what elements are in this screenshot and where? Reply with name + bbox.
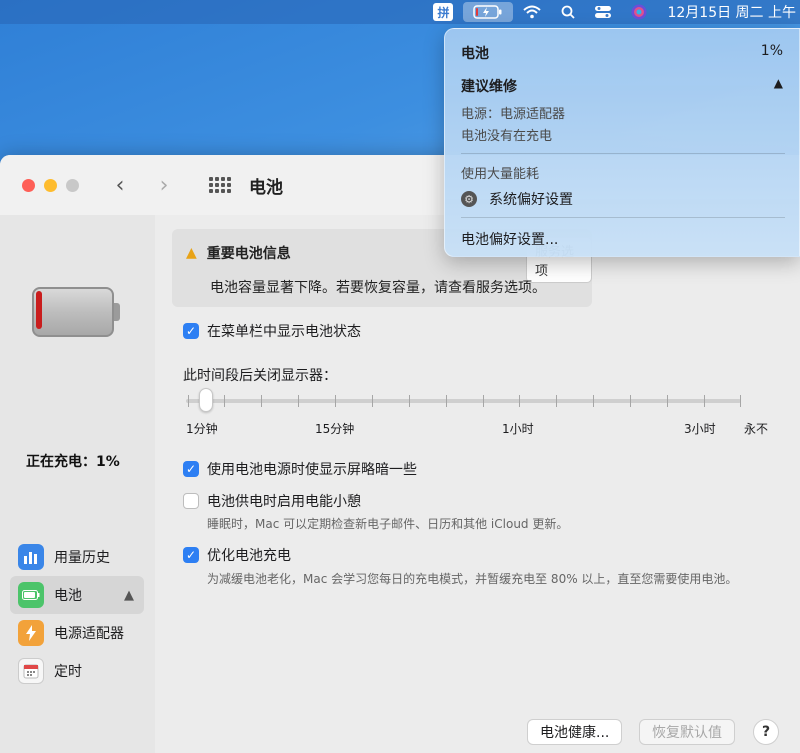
slider-tick xyxy=(704,395,705,407)
info-title: ▲ 重要电池信息 xyxy=(186,243,291,263)
slider-tick xyxy=(409,395,410,407)
slider-tick xyxy=(298,395,299,407)
sidebar-item-label: 定时 xyxy=(54,664,82,680)
minimize-button[interactable] xyxy=(44,178,57,192)
forward-button[interactable]: › xyxy=(155,173,173,198)
menubar-clock[interactable]: 12月15日 周二 上午 xyxy=(657,0,796,24)
slider-tick xyxy=(740,395,741,407)
slider-tick xyxy=(446,395,447,407)
sidebar-item-label: 用量历史 xyxy=(54,550,110,566)
slider-tick xyxy=(335,395,336,407)
tick-label: 15分钟 xyxy=(315,422,355,436)
sidebar-item-power-adapter[interactable]: 电源适配器 xyxy=(10,614,144,652)
sidebar: 正在充电：1% 用量历史 电池 ▲ 电源适配器 定时 xyxy=(0,215,155,753)
input-method-menu[interactable]: 拼 xyxy=(423,0,463,24)
option-label: 电池供电时启用电能小憩 xyxy=(207,494,361,510)
charging-status: 正在充电：1% xyxy=(26,454,120,470)
control-center-icon xyxy=(595,6,612,18)
slider-tick xyxy=(593,395,594,407)
battery-level-icon xyxy=(32,287,120,337)
sidebar-item-label: 电池 xyxy=(54,588,82,604)
siri-menu[interactable] xyxy=(621,0,657,24)
battery-menu[interactable] xyxy=(463,2,514,22)
info-title-text: 重要电池信息 xyxy=(206,246,291,262)
slider-knob[interactable] xyxy=(199,388,213,412)
help-button[interactable]: ? xyxy=(753,719,779,745)
heavy-app-label: 系统偏好设置 xyxy=(489,192,573,208)
checkbox-unchecked[interactable] xyxy=(183,493,199,509)
checkbox-checked[interactable]: ✓ xyxy=(183,547,199,563)
option-label: 使用电池电源时使显示屏略暗一些 xyxy=(207,462,417,478)
warning-icon: ▲ xyxy=(124,587,134,603)
warning-icon: ▲ xyxy=(773,76,783,90)
battery-health-button[interactable]: 电池健康... xyxy=(527,719,623,745)
window-controls xyxy=(22,178,79,192)
dim-display-option[interactable]: ✓ 使用电池电源时使显示屏略暗一些 xyxy=(183,459,417,479)
heavy-usage-header: 使用大量能耗 xyxy=(461,167,540,182)
info-text: 电池容量显著下降。若要恢复容量，请查看服务选项。 xyxy=(210,280,546,296)
close-button[interactable] xyxy=(22,178,35,192)
tick-label: 1分钟 xyxy=(186,422,218,436)
charging-state: 电池没有在充电 xyxy=(461,129,553,144)
option-label: 优化电池充电 xyxy=(207,548,291,564)
menu-bar: 拼 12月15日 周二 上午 xyxy=(0,0,800,24)
battery-preferences-link[interactable]: 电池偏好设置... xyxy=(461,229,558,249)
optimize-charging-option[interactable]: ✓ 优化电池充电 xyxy=(183,545,291,565)
tick-label: 1小时 xyxy=(502,422,534,436)
battery-status-menu: 电池 1% 建议维修 ▲ 电源：电源适配器 电池没有在充电 使用大量能耗 ⚙ 系… xyxy=(444,28,800,257)
battery-settings-pane: 服务选项 ▲ 重要电池信息 电池容量显著下降。若要恢复容量，请查看服务选项。 ✓… xyxy=(155,215,800,753)
sidebar-item-usage-history[interactable]: 用量历史 xyxy=(10,538,144,576)
slider-tick xyxy=(630,395,631,407)
siri-icon xyxy=(631,4,647,20)
sidebar-item-schedule[interactable]: 定时 xyxy=(10,652,144,690)
control-center-menu[interactable] xyxy=(585,0,621,24)
condition-label: 建议维修 xyxy=(461,79,517,95)
slider-tick xyxy=(261,395,262,407)
warning-icon: ▲ xyxy=(186,245,197,261)
search-icon xyxy=(562,5,576,19)
battery-percent: 1% xyxy=(760,43,783,59)
zoom-button[interactable] xyxy=(66,178,79,192)
bar-chart-icon xyxy=(18,544,44,570)
menu-title: 电池 xyxy=(461,46,489,62)
slider-tick xyxy=(556,395,557,407)
power-source: 电源：电源适配器 xyxy=(461,107,566,122)
wifi-icon xyxy=(523,5,542,19)
input-method-icon: 拼 xyxy=(433,3,454,21)
wifi-menu[interactable] xyxy=(513,0,551,24)
sidebar-list: 用量历史 电池 ▲ 电源适配器 定时 xyxy=(10,538,144,690)
power-nap-option[interactable]: 电池供电时启用电能小憩 xyxy=(183,491,361,511)
slider-tick xyxy=(519,395,520,407)
separator xyxy=(461,217,785,218)
slider-tick xyxy=(224,395,225,407)
option-label: 在菜单栏中显示电池状态 xyxy=(207,324,361,340)
slider-tick xyxy=(483,395,484,407)
slider-label: 此时间段后关闭显示器： xyxy=(183,368,337,384)
tick-label: 永不 xyxy=(744,422,769,436)
spotlight-menu[interactable] xyxy=(551,0,585,24)
window-title: 电池 xyxy=(249,177,283,198)
back-button[interactable]: ‹ xyxy=(111,173,129,198)
restore-defaults-button[interactable]: 恢复默认值 xyxy=(639,719,735,745)
power-nap-description: 睡眠时，Mac 可以定期检查新电子邮件、日历和其他 iCloud 更新。 xyxy=(207,517,569,531)
battery-charging-icon xyxy=(473,5,502,19)
calendar-icon xyxy=(18,658,44,684)
show-in-menubar-option[interactable]: ✓ 在菜单栏中显示电池状态 xyxy=(183,321,361,341)
slider-tick xyxy=(188,395,189,407)
slider-tick xyxy=(372,395,373,407)
sidebar-item-label: 电源适配器 xyxy=(54,626,124,642)
battery-icon xyxy=(18,582,44,608)
checkbox-checked[interactable]: ✓ xyxy=(183,323,199,339)
checkbox-checked[interactable]: ✓ xyxy=(183,461,199,477)
optimize-description: 为减缓电池老化，Mac 会学习您每日的充电模式，并暂缓充电至 80% 以上，直至… xyxy=(207,572,738,586)
lightning-icon xyxy=(18,620,44,646)
heavy-app-item[interactable]: ⚙ 系统偏好设置 xyxy=(461,189,573,209)
tick-label: 3小时 xyxy=(684,422,716,436)
display-sleep-slider[interactable] xyxy=(186,399,741,403)
show-all-grid-icon[interactable] xyxy=(209,177,231,193)
sidebar-item-battery[interactable]: 电池 ▲ xyxy=(10,576,144,614)
slider-tick xyxy=(667,395,668,407)
separator xyxy=(461,153,785,154)
gear-icon: ⚙ xyxy=(461,191,477,207)
